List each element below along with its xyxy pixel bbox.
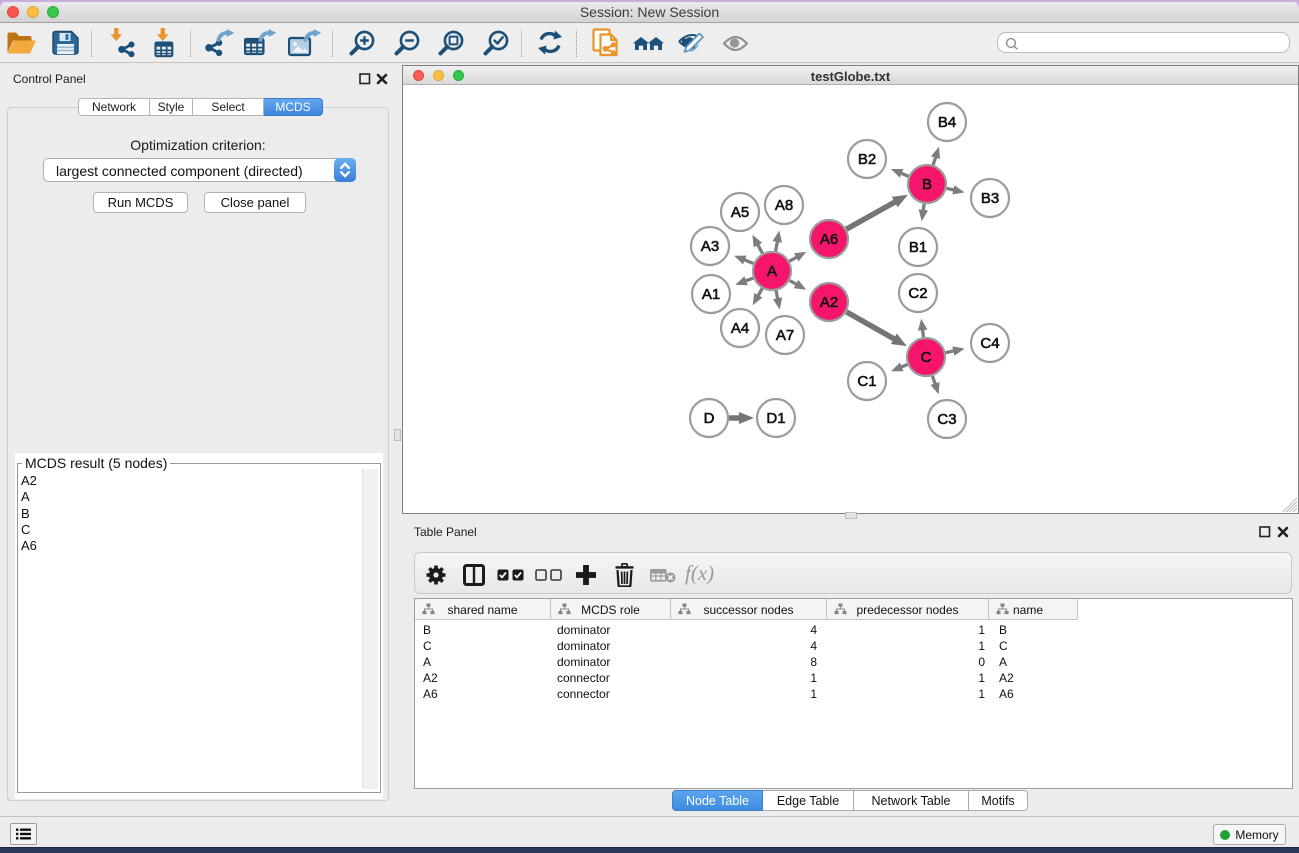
svg-text:A8: A8 bbox=[775, 197, 793, 214]
svg-text:A5: A5 bbox=[731, 204, 749, 221]
svg-text:C: C bbox=[921, 349, 932, 366]
svg-text:B3: B3 bbox=[981, 190, 999, 207]
svg-text:C2: C2 bbox=[908, 285, 927, 302]
svg-text:C3: C3 bbox=[937, 411, 956, 428]
svg-text:A7: A7 bbox=[776, 327, 794, 344]
svg-text:B4: B4 bbox=[938, 114, 956, 131]
svg-text:C1: C1 bbox=[857, 373, 876, 390]
svg-text:C4: C4 bbox=[980, 335, 999, 352]
svg-text:D: D bbox=[704, 410, 715, 427]
svg-text:B1: B1 bbox=[909, 239, 927, 256]
svg-text:A4: A4 bbox=[731, 320, 749, 337]
svg-text:D1: D1 bbox=[766, 410, 785, 427]
svg-text:A2: A2 bbox=[820, 294, 838, 311]
svg-text:A6: A6 bbox=[820, 231, 838, 248]
svg-text:A: A bbox=[767, 263, 777, 280]
svg-text:B: B bbox=[922, 176, 932, 193]
svg-text:A1: A1 bbox=[702, 286, 720, 303]
svg-text:B2: B2 bbox=[858, 151, 876, 168]
svg-text:A3: A3 bbox=[701, 238, 719, 255]
